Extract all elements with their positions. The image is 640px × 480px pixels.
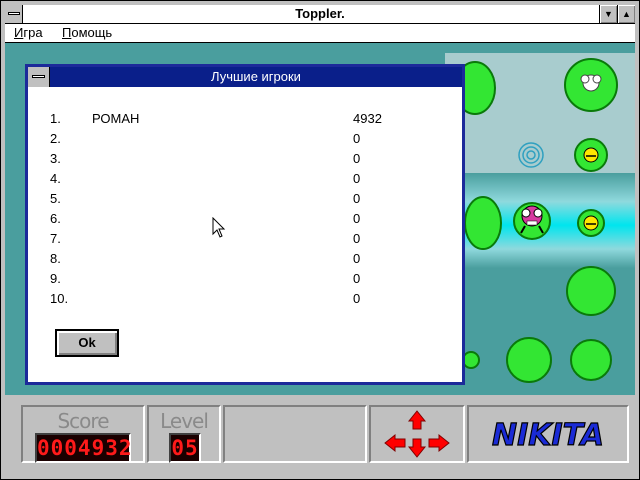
mouse-pointer-icon: [212, 217, 226, 238]
message-box: [223, 405, 367, 463]
level-box: Level 05: [147, 405, 221, 463]
level-label: Level: [160, 409, 209, 433]
score-row: 8. 0: [50, 251, 450, 271]
status-panel: Score 0004932 Level 05 NIKITA: [5, 397, 635, 469]
menu-bar: Игра Помощь: [5, 24, 635, 43]
lilypad: [464, 196, 502, 250]
smiley-icon: [583, 215, 599, 231]
system-menu-icon: [32, 75, 45, 78]
score-row: 3. 0: [50, 151, 450, 171]
rank: 2.: [50, 131, 61, 146]
direction-box: [369, 405, 465, 463]
lilypad: [570, 339, 612, 381]
lilypad: [506, 337, 552, 383]
arrow-right-icon[interactable]: [428, 433, 450, 453]
ok-button[interactable]: Ok: [55, 329, 119, 357]
player-score: 0: [353, 151, 361, 166]
score-row: 10. 0: [50, 291, 450, 311]
logo-box: NIKITA: [467, 405, 629, 463]
dialog-title-bar: Лучшие игроки: [28, 67, 462, 87]
rank: 8.: [50, 251, 61, 266]
score-row: 6. 0: [50, 211, 450, 231]
minimize-button[interactable]: ▼: [599, 5, 617, 23]
lilypad: [566, 266, 616, 316]
score-row: 1. РОМАН 4932: [50, 111, 450, 131]
player-score: 0: [353, 131, 361, 146]
score-box: Score 0004932: [21, 405, 145, 463]
score-label: Score: [57, 409, 109, 433]
score-row: 9. 0: [50, 271, 450, 291]
rank: 9.: [50, 271, 61, 286]
menu-game[interactable]: Игра: [14, 25, 43, 40]
rank: 10.: [50, 291, 69, 306]
player-score: 4932: [353, 111, 382, 126]
lilypad: [462, 351, 480, 369]
arrow-left-icon[interactable]: [384, 433, 406, 453]
player-score: 0: [353, 231, 361, 246]
rank: 1.: [50, 111, 61, 126]
menu-help[interactable]: Помощь: [62, 25, 112, 40]
score-display: 0004932: [35, 433, 132, 463]
player-score: 0: [353, 191, 361, 206]
dialog-title: Лучшие игроки: [211, 69, 301, 84]
arrow-up-icon[interactable]: [407, 410, 427, 430]
player-score: 0: [353, 211, 361, 226]
direction-arrows: [384, 410, 450, 458]
player-score: 0: [353, 271, 361, 286]
title-bar: Toppler. ▼ ▲: [5, 5, 635, 24]
window-title: Toppler.: [295, 6, 345, 21]
score-row: 7. 0: [50, 231, 450, 251]
rank: 4.: [50, 171, 61, 186]
smiley-icon: [583, 147, 599, 163]
logo-text: NIKITA: [492, 418, 604, 453]
main-window: Toppler. ▼ ▲ Игра Помощь Лучшие игроки 1…: [0, 0, 640, 480]
score-row: 2. 0: [50, 131, 450, 151]
player-name: РОМАН: [92, 111, 140, 126]
score-row: 5. 0: [50, 191, 450, 211]
dialog-system-menu-button[interactable]: [28, 67, 50, 87]
rank: 7.: [50, 231, 61, 246]
rank: 3.: [50, 151, 61, 166]
player-score: 0: [353, 251, 361, 266]
high-scores-dialog: Лучшие игроки 1. РОМАН 4932 2. 0 3. 0 4.…: [25, 64, 465, 385]
score-row: 4. 0: [50, 171, 450, 191]
player-score: 0: [353, 171, 361, 186]
level-display: 05: [169, 433, 201, 463]
maximize-button[interactable]: ▲: [617, 5, 635, 23]
player-score: 0: [353, 291, 361, 306]
arrow-down-icon[interactable]: [407, 438, 427, 458]
rank: 5.: [50, 191, 61, 206]
nikita-logo: NIKITA: [491, 417, 604, 453]
rank: 6.: [50, 211, 61, 226]
